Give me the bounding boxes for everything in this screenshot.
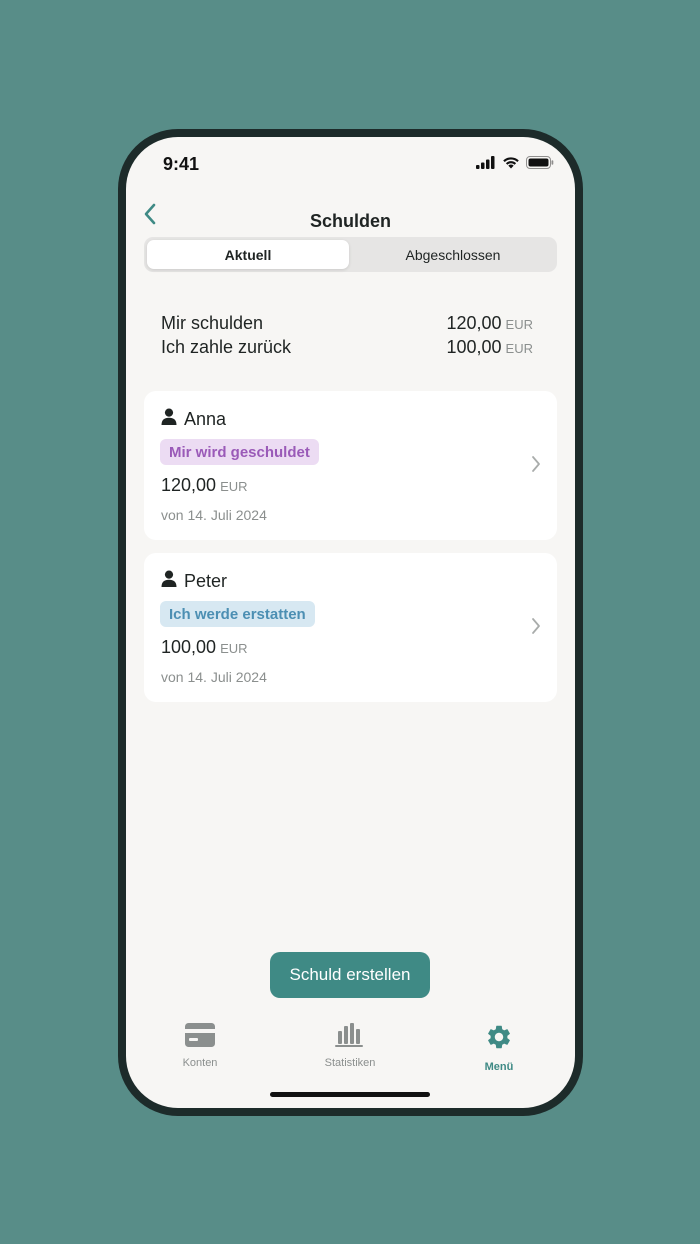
wifi-icon [502,156,520,169]
segmented-control: Aktuell Abgeschlossen [144,237,557,272]
battery-icon [526,156,554,169]
summary-value: 100,00 EUR [446,337,533,358]
chevron-right-icon [531,455,541,478]
home-indicator[interactable] [270,1092,430,1097]
summary-currency: EUR [505,341,533,356]
debt-date: von 14. Juli 2024 [161,507,267,523]
tab-label: Statistiken [324,1057,376,1069]
segment-abgeschlossen[interactable]: Abgeschlossen [352,240,554,269]
summary-label: Mir schulden [161,313,264,333]
tab-menue[interactable]: Menü [454,1023,544,1073]
debt-status-badge: Mir wird geschuldet [160,439,319,465]
debt-person: Anna [161,408,226,430]
debt-person: Peter [161,570,227,592]
tab-label: Konten [182,1057,218,1069]
debt-amount-row: 120,00 EUR [161,475,248,496]
segment-aktuell[interactable]: Aktuell [147,240,349,269]
phone-frame: 9:41 Schulden Aktuell Abgeschlossen Mir … [118,129,583,1116]
debt-status-badge: Ich werde erstatten [160,601,315,627]
debt-person-name: Peter [184,570,228,591]
debt-amount: 120,00 [161,475,217,495]
debt-card-peter[interactable]: Peter Ich werde erstatten 100,00 EUR von … [144,553,557,702]
create-debt-button[interactable]: Schuld erstellen [270,952,430,998]
person-icon [161,570,177,592]
summary-label: Ich zahle zurück [161,337,292,357]
summary-row-owed-to-me: Mir schulden 120,00 EUR [161,313,533,337]
tab-label: Menü [484,1061,514,1073]
tab-statistiken[interactable]: Statistiken [305,1023,395,1069]
summary-value: 120,00 EUR [446,313,533,334]
debt-amount-row: 100,00 EUR [161,637,248,658]
debt-summary: Mir schulden 120,00 EUR Ich zahle zurück … [161,313,533,361]
debt-card-anna[interactable]: Anna Mir wird geschuldet 120,00 EUR von 1… [144,391,557,540]
status-time: 9:41 [163,154,200,174]
gear-icon [485,1023,513,1056]
status-icons [476,156,554,169]
bar-chart-icon [335,1023,365,1052]
debt-currency: EUR [220,641,248,656]
debt-date: von 14. Juli 2024 [161,669,267,685]
summary-currency: EUR [505,317,533,332]
debt-currency: EUR [220,479,248,494]
summary-row-i-pay-back: Ich zahle zurück 100,00 EUR [161,337,533,361]
person-icon [161,408,177,430]
card-icon [185,1023,215,1052]
page-title: Schulden [309,211,391,231]
app-screen: 9:41 Schulden Aktuell Abgeschlossen Mir … [126,137,575,1108]
summary-amount: 120,00 [446,313,502,333]
tab-bar: Konten Statistiken Menü [126,1023,575,1083]
tab-konten[interactable]: Konten [155,1023,245,1069]
debt-person-name: Anna [184,408,227,429]
chevron-right-icon [531,617,541,640]
cellular-signal-icon [476,156,496,169]
summary-amount: 100,00 [446,337,502,357]
debt-amount: 100,00 [161,637,217,657]
